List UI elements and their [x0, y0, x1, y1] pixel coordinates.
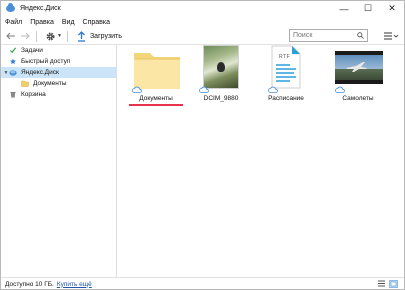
menu-view[interactable]: Вид [62, 19, 75, 26]
rtf-document-icon [271, 45, 301, 89]
cloud-icon [199, 86, 209, 93]
arrow-left-icon [6, 32, 15, 40]
video-thumbnail [335, 51, 383, 84]
close-button[interactable]: ✕ [380, 1, 404, 16]
photo-thumbnail [203, 45, 239, 89]
maximize-button[interactable]: ☐ [356, 1, 380, 16]
gear-icon [46, 32, 54, 40]
yandex-disk-icon [9, 70, 17, 76]
trash-icon [10, 91, 16, 98]
file-label: Самолеты [342, 95, 374, 102]
window-controls: — ☐ ✕ [332, 1, 404, 16]
photo-detail [217, 62, 225, 72]
status-bar: Доступно 10 ГБ. Купить ещё [1, 277, 404, 290]
navigation-sidebar: Задачи Быстрый доступ ▼ Яндекс.Диск Доку… [1, 45, 117, 277]
file-item-documents-folder[interactable]: Документы [126, 45, 186, 106]
folder-icon [134, 53, 180, 89]
buy-more-link[interactable]: Купить ещё [57, 281, 92, 288]
sidebar-item-tasks[interactable]: Задачи [1, 45, 116, 56]
view-switcher [374, 280, 398, 288]
menu-help[interactable]: Справка [83, 19, 110, 26]
file-item-rtf-document[interactable]: RTF Расписание [256, 45, 316, 105]
sidebar-item-trash[interactable]: Корзина [1, 89, 116, 100]
sidebar-item-yandex-disk[interactable]: ▼ Яндекс.Диск [1, 67, 116, 78]
menu-file[interactable]: Файл [5, 19, 22, 26]
yandex-disk-app-icon [6, 3, 15, 12]
toolbar-divider-2 [66, 30, 68, 42]
sidebar-item-label: Документы [33, 80, 67, 87]
toolbar: ▼ Загрузить [1, 28, 404, 45]
chevron-down-icon[interactable]: ▼ [57, 33, 62, 39]
rtf-badge: RTF [279, 54, 291, 60]
settings-button[interactable] [42, 29, 58, 43]
storage-status: Доступно 10 ГБ. [5, 280, 54, 288]
minimize-button[interactable]: — [332, 1, 356, 16]
view-mode-button[interactable] [381, 29, 401, 43]
tasks-icon [9, 47, 17, 54]
folder-icon [21, 80, 29, 87]
rename-underline [129, 104, 183, 106]
search-icon[interactable] [357, 32, 364, 39]
list-view-icon [384, 32, 398, 40]
cloud-icon [268, 86, 278, 93]
forward-button[interactable] [19, 29, 31, 43]
file-label: DCIM_9880 [203, 95, 239, 102]
large-icons-view-icon[interactable] [389, 280, 398, 288]
menu-bar: Файл Правка Вид Справка [1, 16, 404, 28]
sidebar-item-label: Корзина [21, 91, 46, 98]
upload-icon [77, 30, 85, 42]
airplane-icon [346, 62, 367, 72]
toolbar-divider [36, 30, 37, 42]
file-label: Документы [139, 95, 173, 102]
back-button[interactable] [5, 29, 17, 43]
search-box[interactable] [289, 29, 368, 42]
window-title: Яндекс.Диск [20, 5, 61, 12]
app-window: Яндекс.Диск — ☐ ✕ Файл Правка Вид Справк… [0, 0, 405, 290]
arrow-right-icon [21, 32, 30, 40]
sidebar-item-label: Яндекс.Диск [21, 69, 59, 76]
upload-button[interactable]: Загрузить [77, 30, 122, 42]
sidebar-item-label: Быстрый доступ [21, 58, 71, 65]
star-icon [9, 58, 17, 65]
sidebar-item-documents[interactable]: Документы [1, 78, 116, 89]
cloud-icon [132, 86, 142, 93]
file-item-video[interactable]: Самолеты [328, 45, 388, 105]
menu-edit[interactable]: Правка [30, 19, 54, 26]
file-item-photo[interactable]: DCIM_9880 [191, 45, 251, 105]
sidebar-item-quick-access[interactable]: Быстрый доступ [1, 56, 116, 67]
upload-label: Загрузить [89, 32, 122, 40]
file-grid: Документы DCIM_9880 RTF Расписание Самол… [118, 45, 404, 277]
search-input[interactable] [293, 32, 355, 39]
file-label: Расписание [268, 95, 304, 102]
details-view-icon[interactable] [377, 280, 386, 288]
title-bar: Яндекс.Диск — ☐ ✕ [1, 1, 404, 16]
cloud-icon [335, 86, 345, 93]
sidebar-item-label: Задачи [21, 47, 43, 54]
